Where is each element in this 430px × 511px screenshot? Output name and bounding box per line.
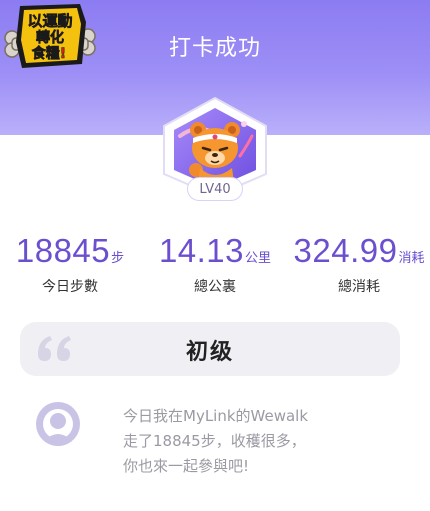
achievement-badge: LV40 xyxy=(156,96,274,206)
share-message-line: 今日我在MyLink的Wewalk xyxy=(123,407,309,425)
level-banner: 初级 xyxy=(20,322,400,376)
level-title: 初级 xyxy=(185,340,234,365)
sticker-line-3: 食糧! xyxy=(32,45,66,62)
calories-value: 324.99 xyxy=(293,232,398,269)
steps-value: 18845 xyxy=(15,232,111,269)
campaign-sticker-logo: 以運動 轉化 食糧! xyxy=(4,4,96,68)
distance-unit: 公里 xyxy=(245,251,272,266)
stat-steps: 18845步 今日步數 xyxy=(10,232,130,296)
sticker-line-1: 以運動 xyxy=(27,12,72,30)
user-avatar-icon xyxy=(36,402,80,446)
sticker-line-2: 轉化 xyxy=(36,29,64,46)
stat-distance: 14.13公里 總公裏 xyxy=(152,232,278,296)
share-message-line: 你也來一起參與吧! xyxy=(123,457,250,475)
share-message: 今日我在MyLink的Wewalk 走了18845步，收穫很多， 你也來一起參與… xyxy=(123,404,403,479)
steps-label: 今日步數 xyxy=(42,279,98,295)
calories-unit: 消耗 xyxy=(398,251,425,266)
share-message-line: 走了18845步，收穫很多， xyxy=(123,432,306,450)
level-badge: LV40 xyxy=(187,177,243,201)
distance-value: 14.13 xyxy=(158,232,245,269)
steps-unit: 步 xyxy=(111,251,125,266)
stat-calories: 324.99消耗 總消耗 xyxy=(288,232,430,296)
checkin-success-screen: 打卡成功 以運動 轉化 食糧! LV40 18845步 今日步數 14.13公里… xyxy=(0,0,430,511)
distance-label: 總公裏 xyxy=(194,279,236,295)
calories-label: 總消耗 xyxy=(338,279,380,295)
stats-row: 18845步 今日步數 14.13公里 總公裏 324.99消耗 總消耗 xyxy=(0,232,430,302)
